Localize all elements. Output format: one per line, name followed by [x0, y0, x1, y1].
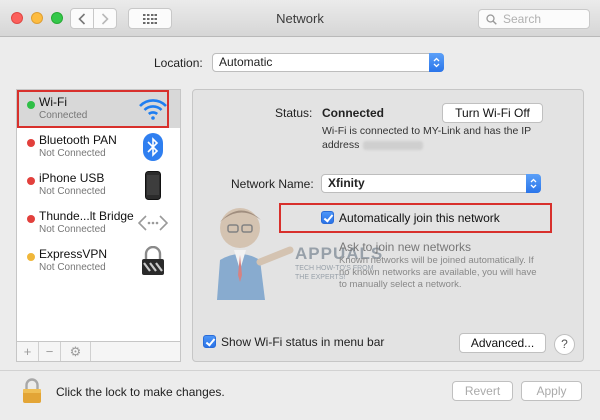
forward-button[interactable] [93, 8, 117, 29]
lock-text: Click the lock to make changes. [56, 385, 225, 399]
zoom-button[interactable] [51, 12, 63, 24]
show-wifi-status-checkbox[interactable]: Show Wi-Fi status in menu bar [203, 335, 384, 349]
location-label: Location: [154, 56, 203, 70]
updown-arrow-icon [429, 53, 444, 72]
show-all-button[interactable] [128, 8, 172, 29]
vpn-lock-icon [138, 246, 168, 276]
status-value: Connected [322, 106, 385, 120]
footer-divider [0, 370, 600, 371]
status-label: Status: [275, 106, 313, 120]
checkbox-checked-icon [321, 211, 334, 224]
status-description-text: Wi-Fi is connected to MY-Link and has th… [322, 125, 531, 151]
title-bar: Network Search [0, 0, 600, 37]
search-icon [486, 14, 497, 25]
status-dot [27, 215, 35, 223]
service-item-iphone-usb[interactable]: iPhone USB Not Connected [17, 166, 180, 204]
lock-icon[interactable] [22, 378, 42, 404]
search-field[interactable]: Search [478, 9, 590, 29]
status-dot [27, 101, 35, 109]
network-name-value: Xfinity [328, 176, 365, 190]
checkbox-checked-icon [203, 335, 216, 348]
show-wifi-status-label: Show Wi-Fi status in menu bar [221, 335, 385, 349]
status-dot [27, 253, 35, 261]
auto-join-checkbox[interactable]: Automatically join this network [321, 211, 500, 225]
bluetooth-icon [138, 132, 168, 162]
service-list-controls: + − ⚙ [16, 341, 181, 362]
location-value: Automatic [219, 55, 273, 69]
help-button[interactable]: ? [554, 334, 575, 355]
action-menu-button[interactable]: ⚙ [61, 342, 91, 361]
back-button[interactable] [70, 8, 94, 29]
add-service-button[interactable]: + [17, 342, 39, 361]
service-item-bluetooth-pan[interactable]: Bluetooth PAN Not Connected [17, 128, 180, 166]
grid-icon [143, 13, 157, 24]
service-item-expressvpn[interactable]: ExpressVPN Not Connected [17, 242, 180, 280]
ask-join-checkbox[interactable]: Ask to join new networks [339, 240, 471, 254]
status-description: Wi-Fi is connected to MY-Link and has th… [322, 124, 556, 152]
service-list: Wi-Fi Connected Bluetooth PAN Not Connec… [16, 89, 181, 342]
redacted-ip [363, 140, 424, 150]
search-placeholder: Search [503, 12, 542, 26]
advanced-button[interactable]: Advanced... [459, 333, 546, 353]
gear-icon: ⚙ [69, 343, 82, 359]
updown-arrow-icon [526, 174, 541, 193]
remove-service-button[interactable]: − [39, 342, 61, 361]
ask-join-description: Known networks will be joined automatica… [339, 255, 537, 290]
status-dot [27, 177, 35, 185]
network-name-popup[interactable]: Xfinity [321, 174, 541, 193]
network-name-label: Network Name: [231, 177, 314, 191]
thunderbolt-bridge-icon [138, 208, 168, 238]
location-popup[interactable]: Automatic [212, 53, 444, 72]
service-item-wifi[interactable]: Wi-Fi Connected [17, 90, 180, 128]
revert-button[interactable]: Revert [452, 381, 513, 401]
chevron-left-icon [78, 12, 86, 25]
chevron-right-icon [101, 12, 109, 25]
auto-join-label: Automatically join this network [339, 211, 500, 225]
service-item-thunderbolt-bridge[interactable]: Thunde...lt Bridge Not Connected [17, 204, 180, 242]
status-dot [27, 139, 35, 147]
apply-button[interactable]: Apply [521, 381, 582, 401]
turn-wifi-off-button[interactable]: Turn Wi-Fi Off [442, 103, 543, 123]
close-button[interactable] [11, 12, 23, 24]
minimize-button[interactable] [31, 12, 43, 24]
wifi-icon [138, 94, 168, 124]
iphone-icon [138, 170, 168, 200]
network-preferences-window: Network Search Location: Automatic Wi-Fi… [0, 0, 600, 420]
